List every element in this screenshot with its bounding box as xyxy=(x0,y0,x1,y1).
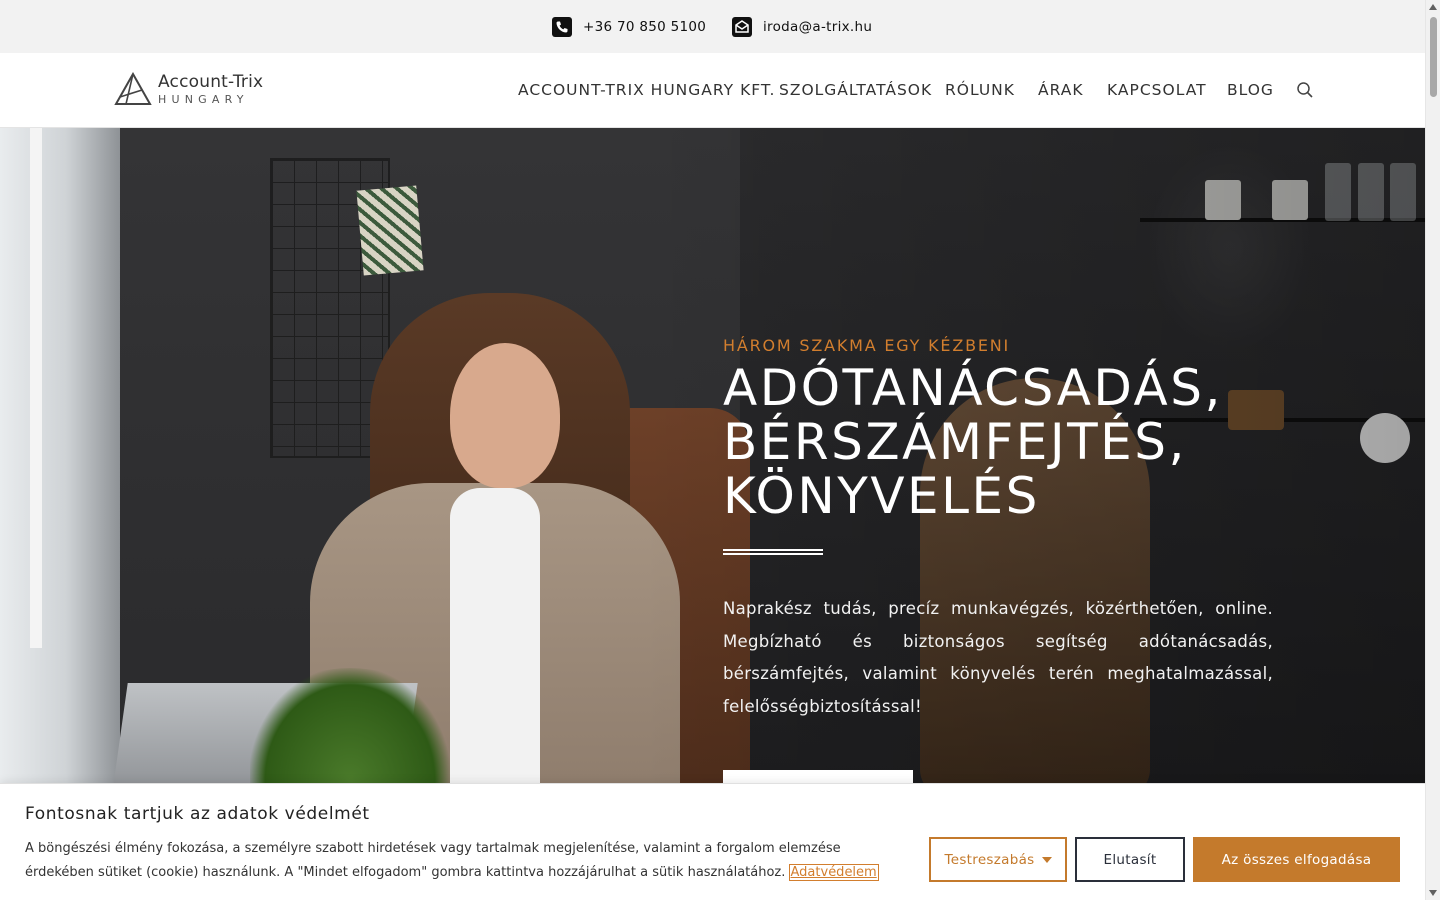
privacy-policy-link[interactable]: Adatvédelem xyxy=(788,864,879,881)
logo-name: Account-Trix xyxy=(158,71,264,92)
reject-label: Elutasít xyxy=(1103,851,1157,868)
site-header: Account-Trix HUNGARY ACCOUNT-TRIX HUNGAR… xyxy=(0,53,1425,128)
accept-all-button[interactable]: Az összes elfogadása xyxy=(1193,837,1400,882)
hero-headline: ADÓTANÁCSADÁS, BÉRSZÁMFEJTÉS, KÖNYVELÉS xyxy=(723,361,1273,523)
hero-divider xyxy=(723,549,823,555)
scrollbar-thumb[interactable] xyxy=(1430,17,1437,97)
nav-item-blog[interactable]: BLOG xyxy=(1227,81,1274,99)
phone-icon xyxy=(552,17,572,37)
nav-item-contact[interactable]: KAPCSOLAT xyxy=(1107,81,1207,99)
search-icon[interactable] xyxy=(1296,81,1314,99)
scroll-up-arrow-icon[interactable] xyxy=(1429,4,1437,10)
cookie-consent-banner: Fontosnak tartjuk az adatok védelmét A b… xyxy=(0,783,1425,900)
hero-kicker: HÁROM SZAKMA EGY KÉZBENI xyxy=(723,336,1011,355)
site-logo[interactable]: Account-Trix HUNGARY xyxy=(114,72,263,106)
hero-headline-line: KÖNYVELÉS xyxy=(723,467,1040,525)
logo-triangle-icon xyxy=(114,72,152,105)
cookie-title: Fontosnak tartjuk az adatok védelmét xyxy=(25,804,370,824)
nav-item-company[interactable]: ACCOUNT-TRIX HUNGARY KFT. xyxy=(518,81,775,99)
accept-all-label: Az összes elfogadása xyxy=(1221,851,1372,868)
nav-item-prices[interactable]: ÁRAK xyxy=(1038,81,1084,99)
customize-label: Testreszabás xyxy=(944,851,1035,868)
logo-subtitle: HUNGARY xyxy=(158,92,249,106)
hero-section: HÁROM SZAKMA EGY KÉZBENI ADÓTANÁCSADÁS, … xyxy=(0,128,1425,788)
hero-content: HÁROM SZAKMA EGY KÉZBENI ADÓTANÁCSADÁS, … xyxy=(723,336,1273,723)
mail-icon xyxy=(732,17,752,37)
phone-number[interactable]: +36 70 850 5100 xyxy=(583,19,706,35)
scroll-down-arrow-icon[interactable] xyxy=(1429,890,1437,896)
customize-button[interactable]: Testreszabás xyxy=(929,837,1067,882)
hero-headline-line: ADÓTANÁCSADÁS, xyxy=(723,359,1223,417)
hero-description: Naprakész tudás, precíz munkavégzés, köz… xyxy=(723,599,1273,716)
hero-headline-line: BÉRSZÁMFEJTÉS, xyxy=(723,413,1187,471)
top-contact-bar: +36 70 850 5100 iroda@a-trix.hu xyxy=(0,0,1425,53)
nav-item-about[interactable]: RÓLUNK xyxy=(945,81,1015,99)
nav-item-services[interactable]: SZOLGÁLTATÁSOK xyxy=(779,81,932,99)
reject-button[interactable]: Elutasít xyxy=(1075,837,1185,882)
cookie-text: A böngészési élmény fokozása, a személyr… xyxy=(25,837,895,885)
phone-contact[interactable]: +36 70 850 5100 xyxy=(552,17,706,37)
caret-down-icon xyxy=(1041,856,1052,863)
email-address[interactable]: iroda@a-trix.hu xyxy=(763,19,872,35)
page-scrollbar[interactable] xyxy=(1425,0,1440,900)
email-contact[interactable]: iroda@a-trix.hu xyxy=(732,17,872,37)
cookie-description: A böngészési élmény fokozása, a személyr… xyxy=(25,841,841,880)
